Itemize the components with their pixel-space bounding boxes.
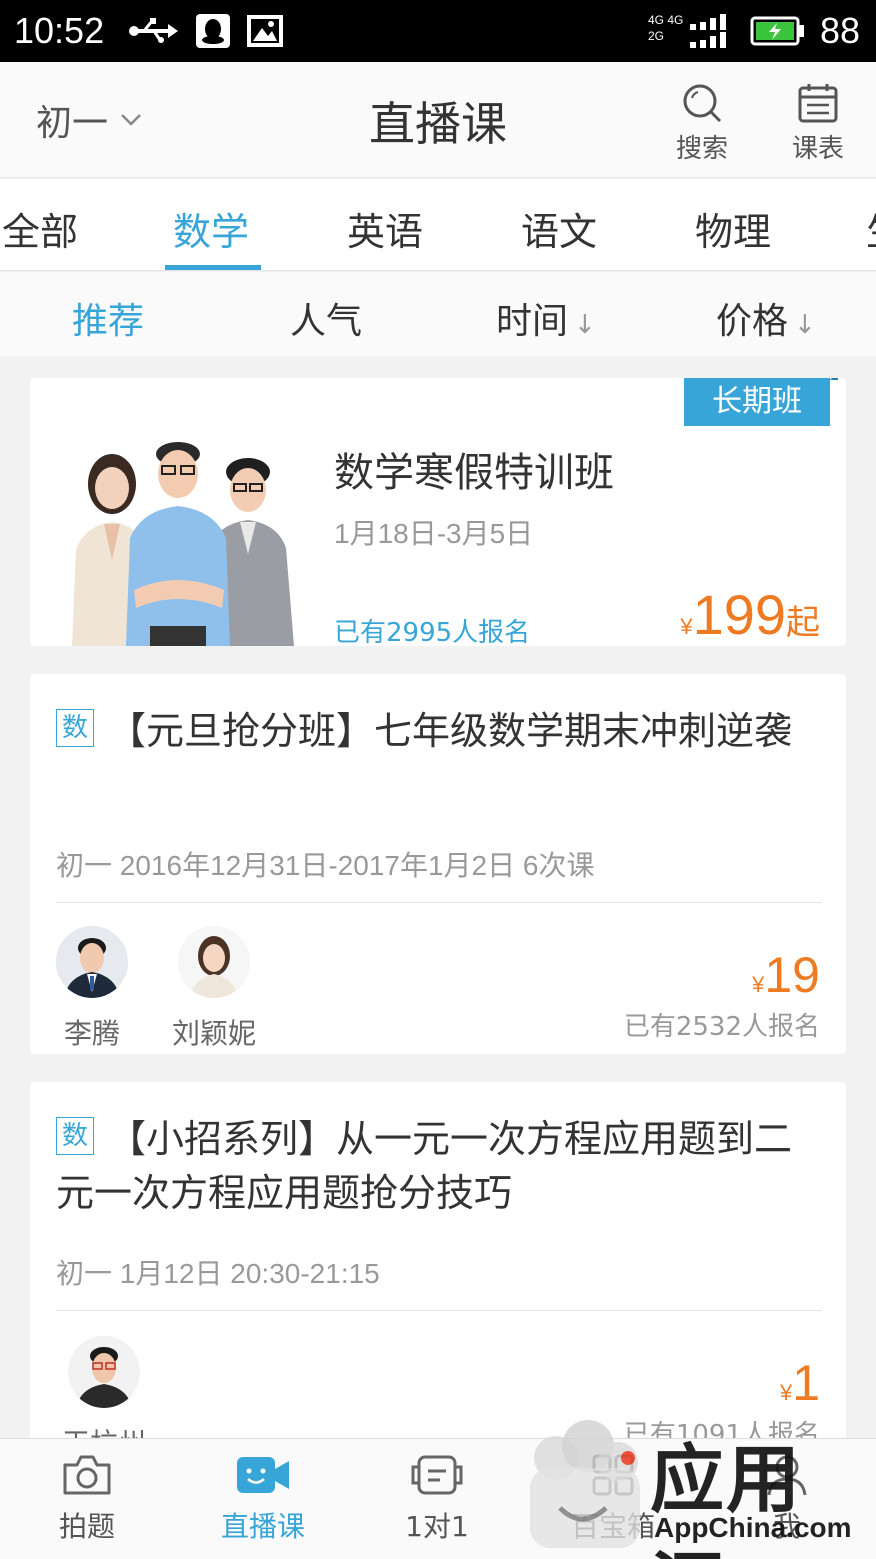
course-price: ¥19 (752, 946, 820, 1004)
tab-all[interactable]: 全部 (2, 201, 78, 256)
tab-more-partial[interactable]: 生 (866, 201, 876, 256)
app-header: 初一 直播课 搜索 课表 (0, 62, 876, 178)
subject-tag: 数 (56, 1116, 94, 1155)
course-price: ¥1 (780, 1354, 820, 1412)
price-suffix: 起 (786, 603, 820, 643)
currency-symbol: ¥ (779, 1380, 793, 1405)
search-label: 搜索 (675, 134, 728, 164)
battery-icon (750, 16, 804, 46)
arrow-down-icon: ↓ (794, 310, 816, 340)
course-card[interactable]: 数【小招系列】从一元一次方程应用题到二元一次方程应用题抢分技巧 初一 1月12日… (30, 1082, 846, 1442)
tab-physics[interactable]: 物理 (695, 201, 771, 256)
nav-item-live-class[interactable]: 直播课 (188, 1453, 338, 1545)
teachers-photo (72, 442, 294, 646)
network-type: 4G 4G 2G (648, 13, 684, 43)
course-meta: 初一 2016年12月31日-2017年1月2日 6次课 (56, 850, 595, 881)
status-time: 10:52 (14, 10, 105, 51)
featured-course-title: 数学寒假特训班 (334, 450, 614, 496)
avatar (178, 926, 250, 998)
schedule-button[interactable]: 课表 (778, 82, 858, 165)
card-divider (56, 1310, 822, 1311)
course-title-text: 【元旦抢分班】七年级数学期末冲刺逆袭 (108, 709, 793, 753)
nav-label: 拍题 (58, 1510, 115, 1543)
sort-recommended-label: 推荐 (72, 301, 145, 342)
featured-enroll-count: 已有2995人报名 (334, 618, 531, 646)
course-price-value: 1 (792, 1355, 820, 1411)
currency-symbol: ¥ (680, 614, 693, 639)
arrow-down-icon: ↓ (574, 310, 596, 340)
course-enroll-count: 已有2532人报名 (623, 1012, 820, 1042)
schedule-label: 课表 (791, 134, 844, 164)
watermark-url: AppChina.com (654, 1512, 852, 1543)
course-title: 数【元旦抢分班】七年级数学期末冲刺逆袭 (56, 704, 826, 758)
course-title-text: 【小招系列】从一元一次方程应用题到二元一次方程应用题抢分技巧 (56, 1117, 793, 1215)
card-divider (56, 902, 822, 903)
sort-price-label: 价格 (716, 301, 789, 342)
grade-selector[interactable]: 初一 (36, 94, 142, 146)
tab-english[interactable]: 英语 (347, 201, 423, 256)
nav-label: 直播课 (220, 1510, 305, 1543)
currency-symbol: ¥ (752, 972, 765, 997)
featured-price: ¥199起 (680, 582, 820, 646)
featured-course-dates: 1月18日-3月5日 (334, 518, 534, 549)
teacher-name: 李腾 (63, 1017, 120, 1050)
qq-icon (196, 14, 230, 48)
sort-recommended[interactable]: 推荐 (72, 292, 144, 344)
course-meta: 初一 1月12日 20:30-21:15 (56, 1258, 380, 1289)
signal-bars-icon (690, 14, 726, 48)
appchina-watermark: 应用汇 AppChina.com (520, 1412, 876, 1559)
tab-chinese[interactable]: 语文 (521, 201, 597, 256)
subject-tag: 数 (56, 708, 94, 747)
nav-item-one-on-one[interactable]: 1对1 (362, 1453, 512, 1545)
search-icon (683, 84, 722, 123)
image-notification-icon (247, 15, 283, 47)
signal-indicator: 4G 4G 2G (648, 12, 738, 52)
sort-price[interactable]: 价格 ↓ (716, 292, 816, 344)
grade-label: 初一 (36, 103, 109, 144)
teacher-item[interactable]: 李腾 (42, 926, 142, 1052)
featured-course-card[interactable]: 长期班 数学寒假特训班 1月18日-3月5日 已有2995人报名 ¥199起 (30, 378, 846, 646)
chevron-down-icon (121, 114, 141, 126)
avatar (68, 1336, 140, 1408)
avatar (56, 926, 128, 998)
course-title: 数【小招系列】从一元一次方程应用题到二元一次方程应用题抢分技巧 (56, 1112, 826, 1220)
status-bar: 10:52 4G 4G 2G 88 (0, 0, 876, 62)
sort-popularity[interactable]: 人气 (290, 292, 362, 344)
live-video-icon (237, 1457, 289, 1493)
teacher-item[interactable]: 王杭州 (54, 1336, 154, 1442)
nav-item-photo-question[interactable]: 拍题 (12, 1453, 162, 1545)
usb-icon (129, 18, 178, 43)
teacher-item[interactable]: 刘颖妮 (164, 926, 264, 1052)
sort-bar: 推荐 人气 时间 ↓ 价格 ↓ (0, 272, 876, 356)
course-card[interactable]: 数【元旦抢分班】七年级数学期末冲刺逆袭 初一 2016年12月31日-2017年… (30, 674, 846, 1054)
featured-price-value: 199 (692, 583, 786, 646)
calendar-icon (798, 84, 838, 123)
sort-time[interactable]: 时间 ↓ (496, 292, 596, 344)
search-button[interactable]: 搜索 (662, 82, 742, 165)
course-price-value: 19 (764, 947, 820, 1003)
long-term-badge: 长期班 (684, 378, 838, 426)
teacher-name: 刘颖妮 (171, 1017, 256, 1050)
battery-percentage: 88 (819, 10, 860, 51)
active-tab-indicator (165, 265, 261, 270)
sort-time-label: 时间 (496, 301, 569, 342)
watermark-logo-icon (530, 1420, 640, 1548)
nav-label: 1对1 (405, 1510, 469, 1543)
sort-popularity-label: 人气 (290, 301, 363, 342)
tutor-icon (411, 1455, 463, 1495)
subject-tabs: 全部 数学 英语 语文 物理 生 (0, 179, 876, 271)
camera-icon (63, 1455, 111, 1495)
tab-math[interactable]: 数学 (173, 201, 249, 256)
